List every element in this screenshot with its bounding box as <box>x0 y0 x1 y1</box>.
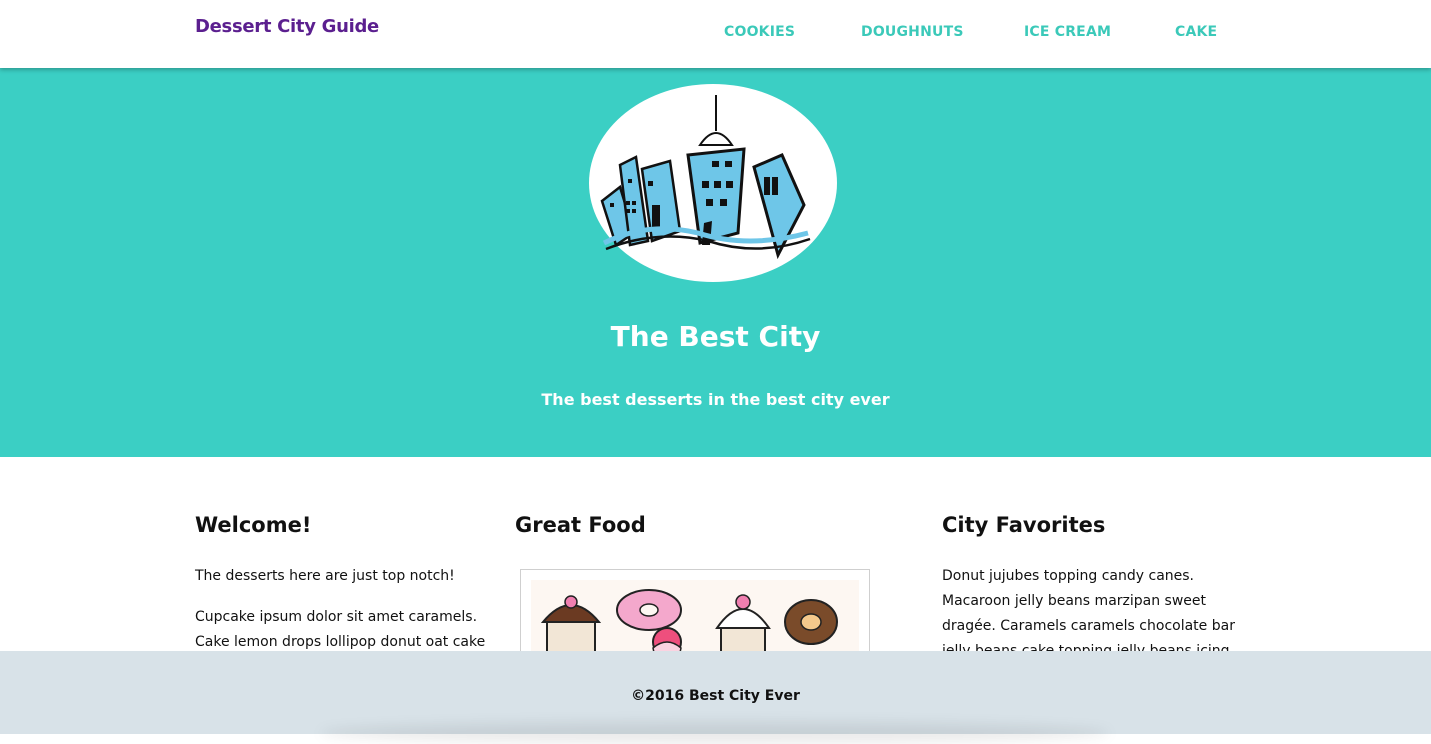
welcome-intro: The desserts here are just top notch! <box>195 568 455 584</box>
nav-cake[interactable]: CAKE <box>1175 24 1217 40</box>
footer-shadow <box>320 722 1110 744</box>
hero-banner: The Best City The best desserts in the b… <box>0 68 1431 457</box>
favorites-text-line3: dragée. Caramels caramels chocolate bar <box>942 618 1235 634</box>
top-navbar: Dessert City Guide COOKIES DOUGHNUTS ICE… <box>0 0 1431 68</box>
nav-ice-cream[interactable]: ICE CREAM <box>1024 24 1111 40</box>
favorites-text-line1: Donut jujubes topping candy canes. <box>942 568 1195 584</box>
footer-copyright: ©2016 Best City Ever <box>631 688 800 704</box>
footer: ©2016 Best City Ever <box>0 651 1431 744</box>
brand-link[interactable]: Dessert City Guide <box>195 16 379 37</box>
nav-doughnuts[interactable]: DOUGHNUTS <box>861 24 964 40</box>
hero-title: The Best City <box>610 320 821 353</box>
favorites-text-line2: Macaroon jelly beans marzipan sweet <box>942 593 1207 609</box>
hero-subtitle: The best desserts in the best city ever <box>541 390 890 409</box>
welcome-heading: Welcome! <box>195 513 312 537</box>
city-skyline-icon <box>589 84 837 282</box>
great-food-heading: Great Food <box>515 513 646 537</box>
nav-cookies[interactable]: COOKIES <box>724 24 795 40</box>
welcome-text-line1: Cupcake ipsum dolor sit amet caramels. <box>195 609 478 625</box>
city-favorites-heading: City Favorites <box>942 513 1106 537</box>
